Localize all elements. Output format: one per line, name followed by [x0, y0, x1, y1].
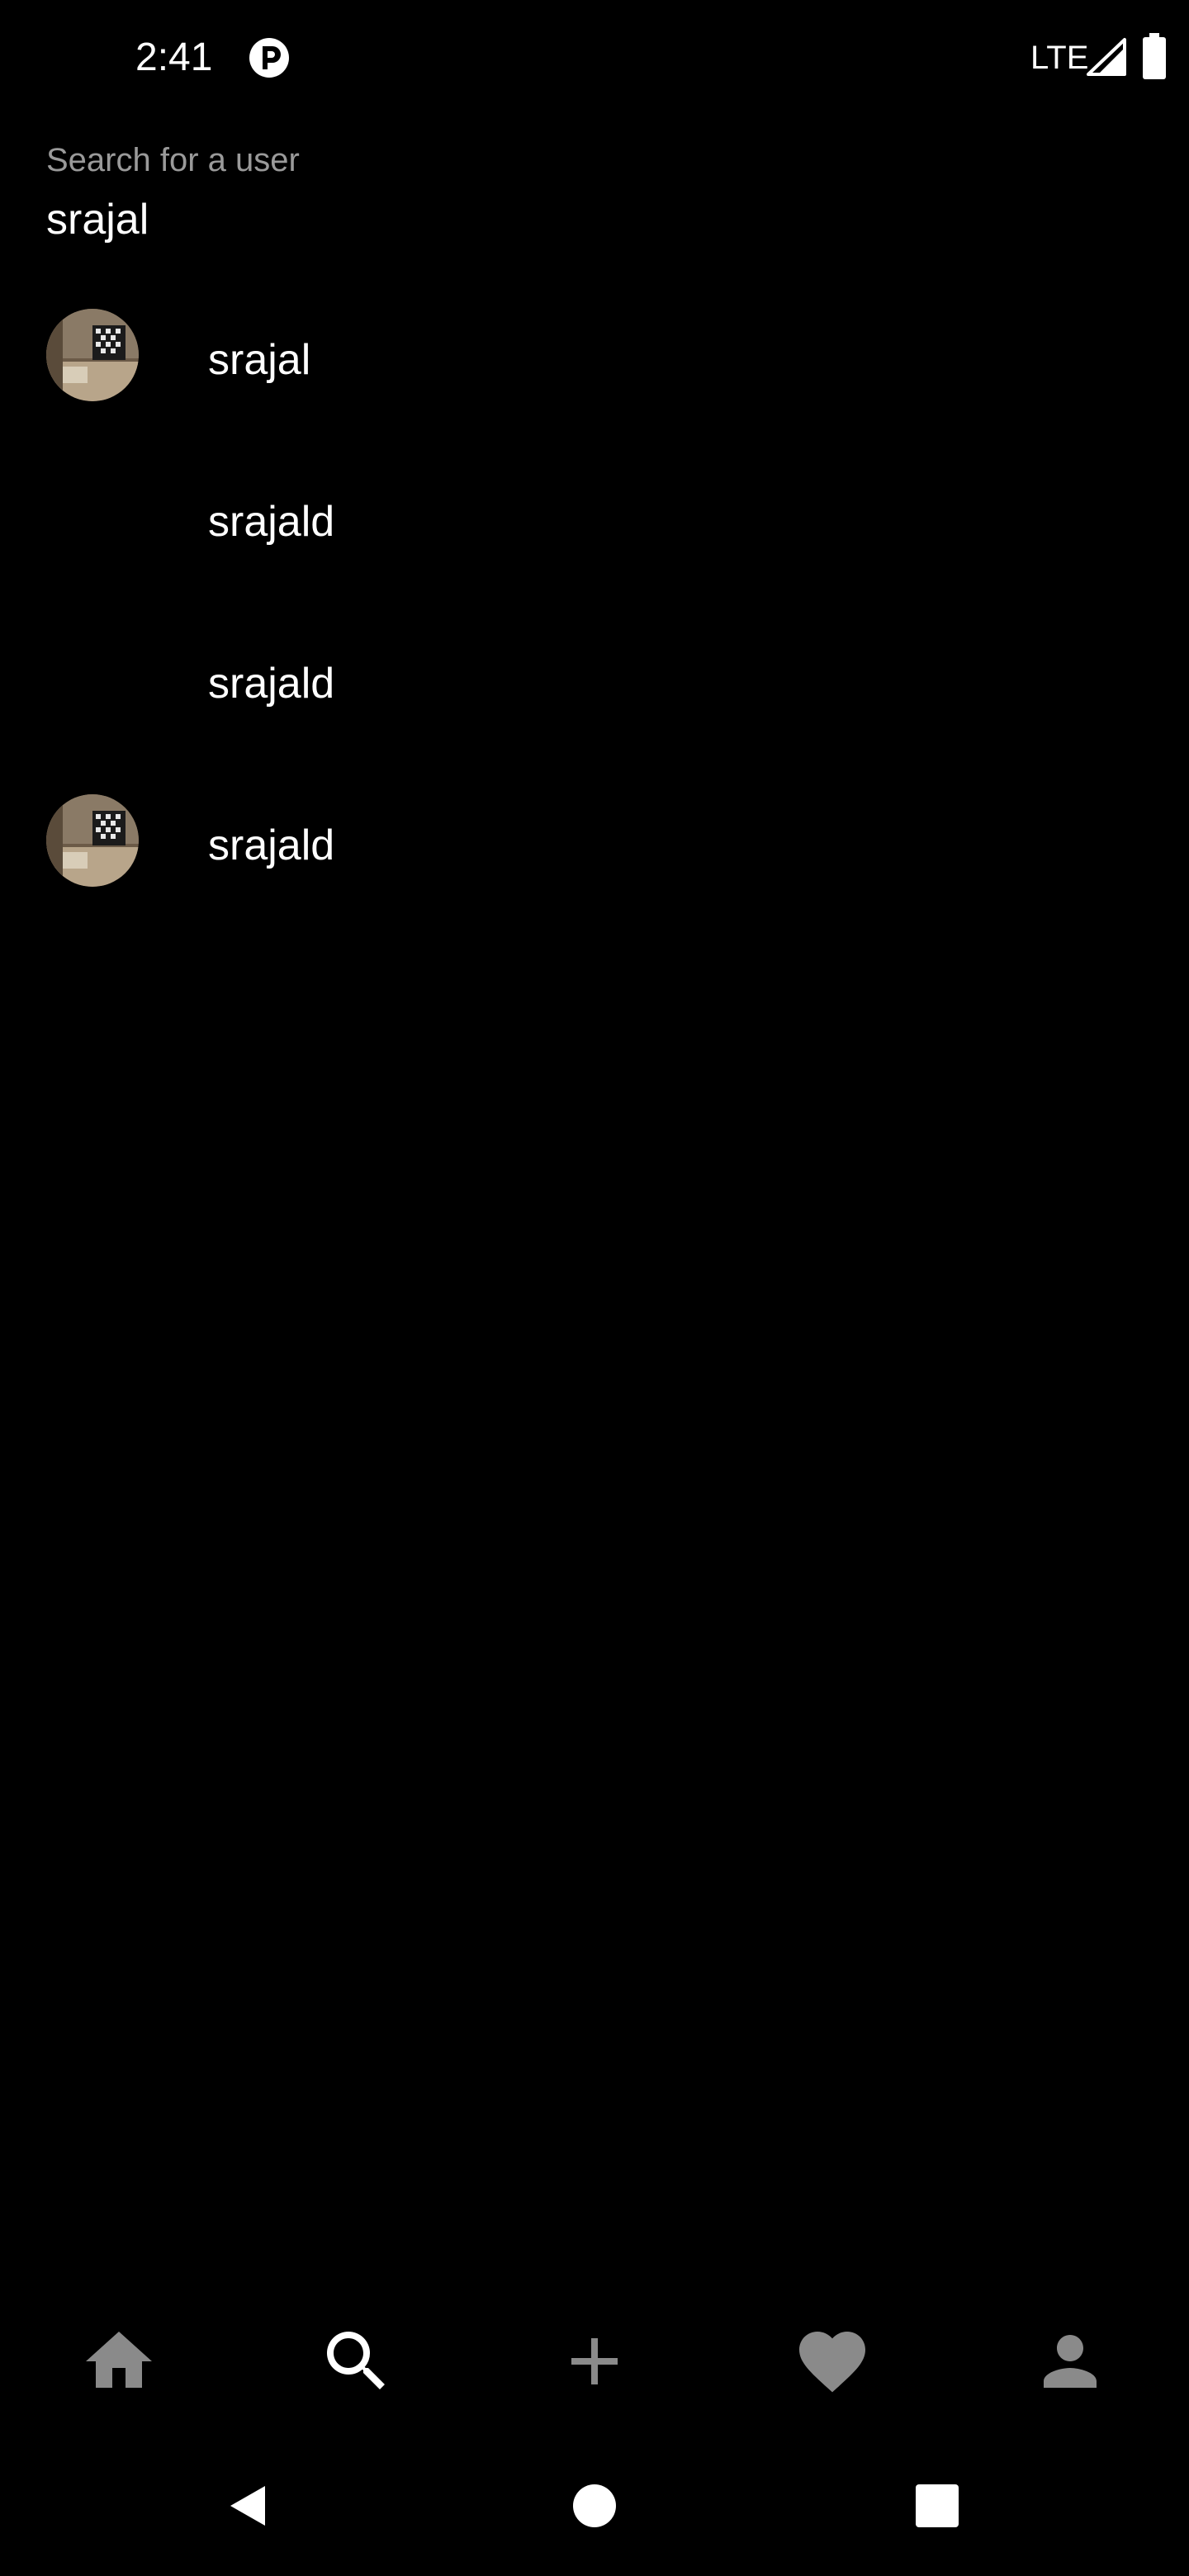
- search-field[interactable]: Search for a user srajal: [46, 132, 1144, 256]
- nav-search[interactable]: [299, 2304, 414, 2419]
- username: srajald: [208, 822, 335, 869]
- user-result-row[interactable]: srajald: [0, 604, 1189, 766]
- heart-icon: [799, 2332, 865, 2393]
- system-recents-button[interactable]: [883, 2452, 991, 2559]
- username: srajald: [208, 498, 335, 546]
- user-result-row[interactable]: srajald: [0, 766, 1189, 928]
- avatar: [46, 309, 139, 401]
- home-circle-icon: [573, 2484, 616, 2527]
- search-results-list: srajal srajald srajald srajald: [0, 281, 1189, 928]
- profile-icon: [1044, 2335, 1097, 2388]
- username: srajald: [208, 660, 335, 708]
- add-icon: [571, 2338, 618, 2384]
- app-notification-icon: [248, 36, 291, 79]
- nav-profile[interactable]: [1012, 2304, 1128, 2419]
- back-icon: [230, 2486, 265, 2526]
- avatar: [46, 794, 139, 887]
- signal-icon: [1085, 36, 1126, 78]
- user-result-row[interactable]: srajald: [0, 443, 1189, 604]
- nav-activity[interactable]: [775, 2304, 890, 2419]
- system-navigation-bar: [0, 2452, 1189, 2559]
- nav-home[interactable]: [61, 2304, 177, 2419]
- search-icon: [327, 2332, 385, 2389]
- nav-add[interactable]: [537, 2304, 652, 2419]
- home-icon: [86, 2332, 152, 2388]
- search-input[interactable]: srajal: [46, 190, 149, 249]
- user-result-row[interactable]: srajal: [0, 281, 1189, 443]
- battery-icon: [1143, 33, 1166, 79]
- bottom-navigation: [0, 2304, 1189, 2419]
- username: srajal: [208, 336, 311, 384]
- system-back-button[interactable]: [195, 2452, 302, 2559]
- status-bar: 2:41 LTE: [0, 0, 1189, 116]
- search-label: Search for a user: [46, 142, 300, 178]
- system-home-button[interactable]: [541, 2452, 648, 2559]
- status-time: 2:41: [135, 36, 213, 79]
- recents-icon: [916, 2484, 959, 2527]
- network-type: LTE: [1030, 40, 1089, 76]
